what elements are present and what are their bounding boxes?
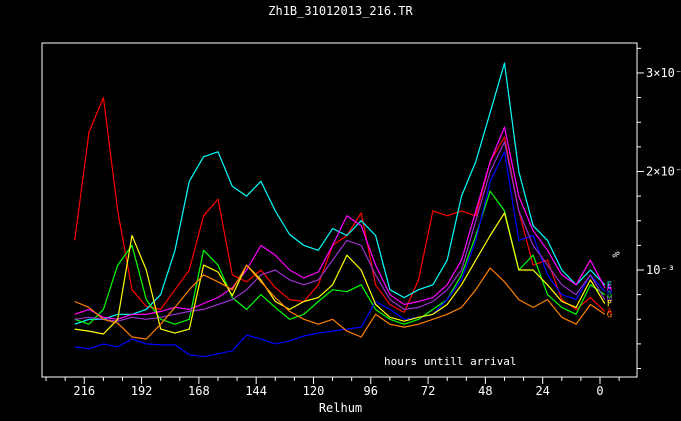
y-axis-title: % [610, 251, 621, 257]
chart-canvas: 216 192 168 144 120 96 72 48 24 0 10⁻³ 2×10⁻³ 3×10⁻³… [0, 0, 681, 421]
x-axis-title: Relhum [0, 401, 681, 415]
annotation-hours-untill-arrival: hours untill arrival [384, 355, 516, 368]
x-tick-label: 0 [596, 384, 603, 398]
series-yellow-end-label: F [607, 300, 612, 310]
series-red-line [75, 98, 605, 313]
series-orange-end-label: G [607, 310, 612, 320]
x-tick-label: 144 [245, 384, 267, 398]
plot-window: { "title": "Zh1B_31012013_216.TR", "colo… [0, 0, 681, 421]
plot-border [42, 43, 637, 377]
x-tick-label: 24 [535, 384, 549, 398]
y-tick-label: 3×10⁻³ [646, 66, 681, 80]
y-tick-label: 10⁻³ [646, 263, 675, 277]
x-tick-label: 216 [73, 384, 95, 398]
x-tick-label: 120 [303, 384, 325, 398]
series-magenta-end-label: A [607, 284, 613, 294]
x-tick-label: 96 [364, 384, 378, 398]
y-tick-label: 2×10⁻³ [646, 164, 681, 178]
x-tick-label: 192 [131, 384, 153, 398]
x-tick-label: 48 [478, 384, 492, 398]
series-cyan-line [75, 63, 605, 324]
x-tick-label: 168 [188, 384, 210, 398]
x-tick-label: 72 [421, 384, 435, 398]
